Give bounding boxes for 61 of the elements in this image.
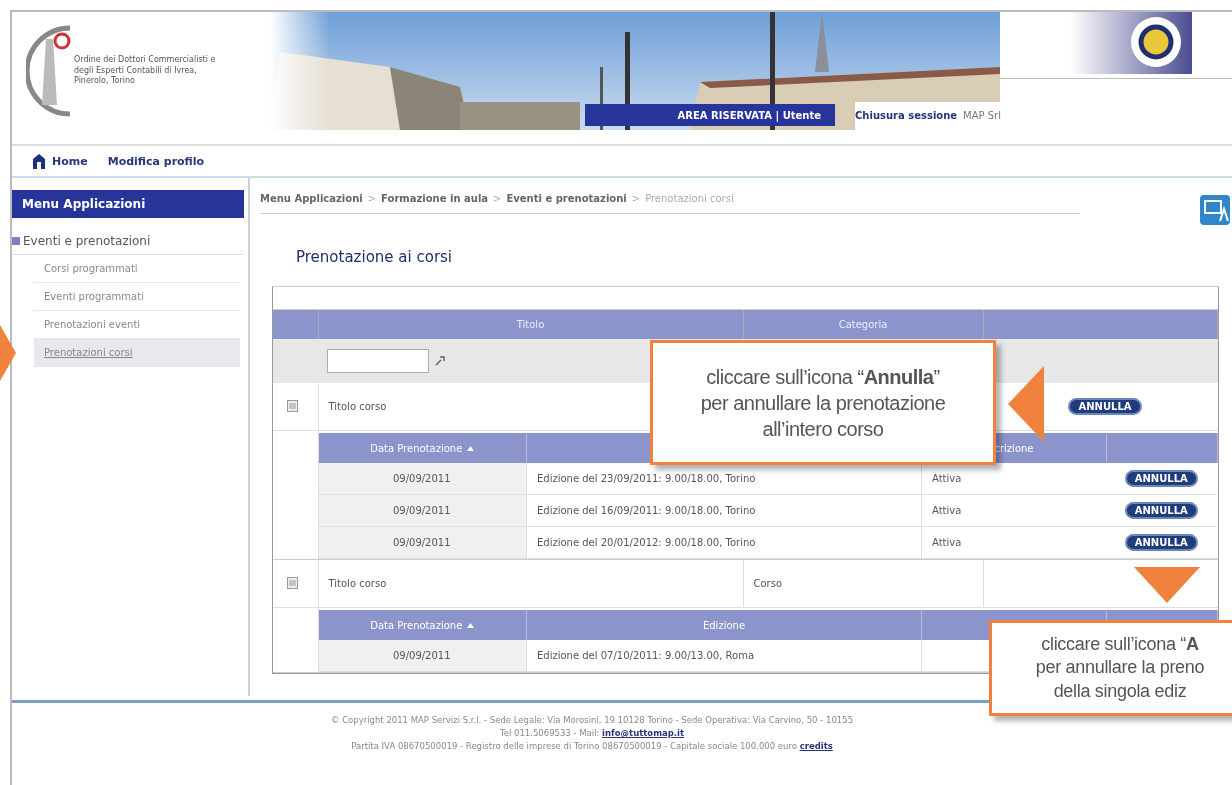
email-link[interactable]: info@tuttomap.it: [602, 728, 685, 738]
footer-text: Partita IVA 08670500019 - Registro delle imprese di Torino 08670500019 - Capitale sociale 100.000 euro: [351, 741, 797, 751]
document-icon[interactable]: [287, 399, 298, 412]
status-cell: Attiva: [932, 505, 962, 516]
footer-text: © Copyright 2011 MAP Servizi S.r.l. - Sede Legale: Via Morosini, 19 10128 Torino - Sede Operativa: Via Carvino, 50 - 10155: [329, 715, 855, 725]
breadcrumb-separator: >: [493, 192, 502, 204]
document-icon[interactable]: [287, 576, 298, 589]
edition-cell: Edizione del 23/09/2011: 9.00/18.00, Torino: [537, 473, 756, 484]
cancel-button[interactable]: ANNULLA: [1068, 398, 1142, 415]
breadcrumb-separator: >: [631, 192, 641, 204]
logout-link[interactable]: Chiusura sessione: [855, 109, 958, 121]
breadcrumb-separator: >: [367, 192, 377, 204]
edition-cell: Edizione del 16/09/2011: 9.00/18.00, Torino: [537, 505, 756, 516]
credits-link[interactable]: credits: [799, 741, 833, 751]
column-header: Categoria: [743, 310, 983, 339]
sidebar-title: Menu Applicazioni: [12, 190, 244, 218]
edition-cell: Edizione del 20/01/2012: 9.00/18.00, Torino: [537, 537, 756, 548]
status-cell: Attiva: [932, 537, 962, 548]
logo-icon: [26, 25, 72, 117]
sort-icon[interactable]: [467, 445, 475, 451]
list-icon: [12, 237, 20, 245]
sidebar-item[interactable]: Prenotazioni corsi: [34, 339, 240, 367]
date-cell: 09/09/2011: [392, 650, 451, 661]
callout-text: cliccare sull’icona “Annulla” per annullare la prenotazione all’intero corso: [700, 364, 946, 442]
column-header[interactable]: Data Prenotazione: [370, 442, 463, 454]
area-label: AREA RISERVATA | Utente: [585, 104, 835, 126]
cancel-button[interactable]: ANNULLA: [1124, 502, 1198, 519]
cancel-button[interactable]: ANNULLA: [1124, 470, 1198, 487]
sidebar-item[interactable]: Eventi programmati: [34, 283, 240, 311]
course-title: Titolo corso: [328, 401, 387, 412]
column-header[interactable]: Edizione: [702, 619, 746, 631]
nav-link[interactable]: Modifica profilo: [107, 154, 205, 168]
sidebar-item[interactable]: Corsi programmati: [34, 255, 240, 283]
date-cell: 09/09/2011: [392, 473, 451, 484]
filter-icon[interactable]: [435, 356, 445, 366]
help-icon[interactable]: [1200, 195, 1230, 225]
pointer-arrow: [1134, 567, 1200, 603]
breadcrumb-link[interactable]: Formazione in aula: [381, 192, 489, 204]
filter-field[interactable]: [327, 349, 429, 373]
sort-icon[interactable]: [467, 622, 475, 628]
callout-text: cliccare sull’icona “A per annullare la preno della singola ediz: [1034, 633, 1206, 703]
edition-cell: Edizione del 07/10/2011: 9.00/13.00, Roma: [537, 650, 754, 661]
status-cell: Attiva: [932, 473, 962, 484]
column-header: Titolo: [318, 310, 743, 339]
sidebar-section: Eventi e prenotazioni: [23, 234, 151, 248]
user-name: MAP Srl: [963, 109, 1001, 121]
breadcrumb-link[interactable]: Eventi e prenotazioni: [506, 192, 627, 204]
logo-text: Ordine dei Dottori Commercialisti e degli Esperti Contabili di Ivrea, Pinerolo, Torino: [74, 55, 217, 87]
date-cell: 09/09/2011: [392, 537, 451, 548]
column-header[interactable]: Data Prenotazione: [370, 619, 463, 631]
cancel-button[interactable]: ANNULLA: [1124, 534, 1198, 551]
footer-text: Tel 011.5069533 - Mail:: [499, 728, 600, 738]
column-header[interactable]: crizione: [994, 442, 1034, 454]
home-icon: [32, 152, 46, 170]
course-category: Corso: [753, 578, 783, 589]
pointer-arrow: [0, 325, 16, 381]
date-cell: 09/09/2011: [392, 505, 451, 516]
nav-link[interactable]: Home: [52, 154, 88, 168]
breadcrumb-link[interactable]: Menu Applicazioni: [260, 192, 363, 204]
course-title: Titolo corso: [328, 578, 387, 589]
page-title: Prenotazione ai corsi: [296, 248, 454, 266]
